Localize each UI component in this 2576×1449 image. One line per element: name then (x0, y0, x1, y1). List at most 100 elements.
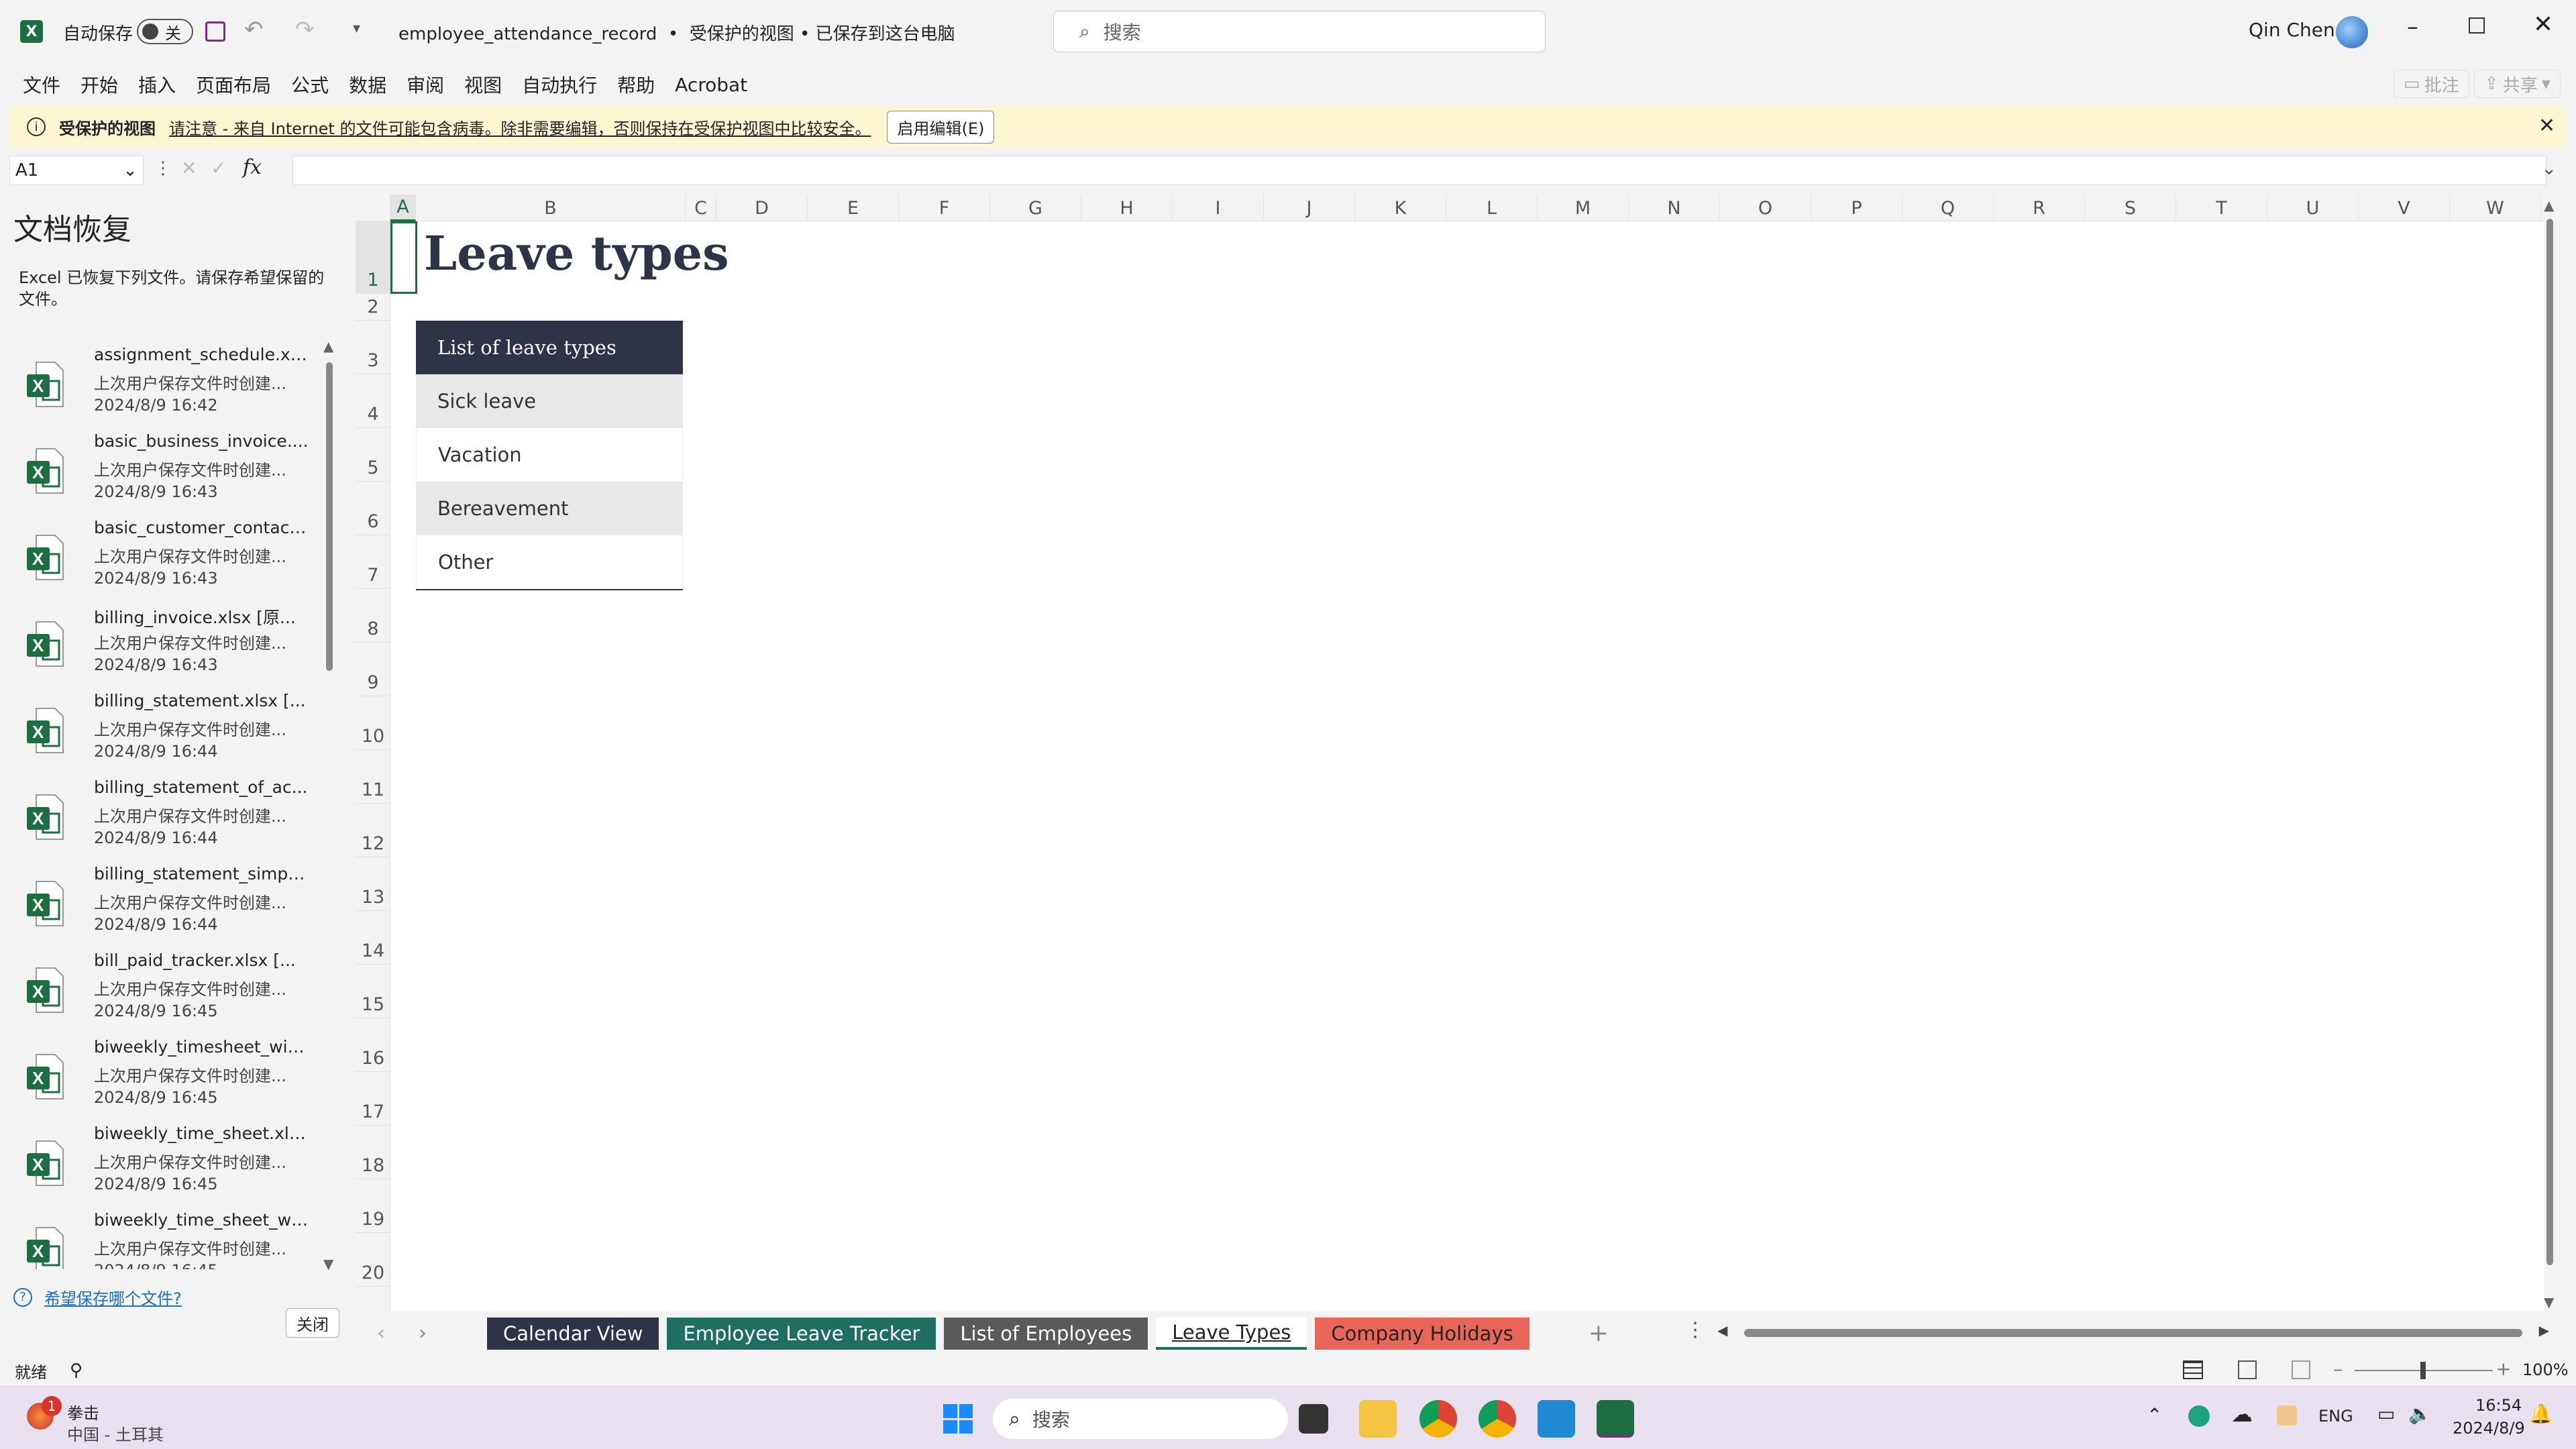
recovery-item[interactable]: X biweekly_time_sheet_wi... 上次用户保存文件时创建.… (13, 1208, 322, 1269)
zoom-in-icon[interactable]: + (2496, 1358, 2511, 1380)
row-header[interactable]: 16 (356, 1018, 390, 1072)
column-header[interactable]: P (1811, 195, 1902, 221)
vertical-scrollbar[interactable]: ▲ ▼ (2544, 195, 2556, 1311)
row-header[interactable]: 15 (356, 965, 390, 1018)
task-view-icon[interactable] (1299, 1404, 1328, 1434)
name-box[interactable]: A1 ⌄ (9, 156, 144, 185)
scroll-right-icon[interactable]: ▶ (2539, 1322, 2549, 1338)
column-header[interactable]: G (990, 195, 1081, 221)
weather-widget[interactable]: 1 拳击 中国 - 土耳其 (27, 1396, 201, 1444)
page-layout-view-icon[interactable] (2238, 1360, 2257, 1379)
taskbar-search[interactable]: ⌕ 搜索 (993, 1399, 1288, 1439)
row-header[interactable]: 19 (356, 1179, 390, 1233)
column-header[interactable]: U (2267, 195, 2359, 221)
worksheet[interactable]: A B C D E F G H I J K L M N O P Q R S T … (356, 195, 2556, 1311)
customize-qat-icon[interactable]: ▾ (353, 20, 360, 37)
table-header[interactable]: List of leave types (416, 321, 683, 374)
recovery-item[interactable]: X basic_business_invoice.... 上次用户保存文件时创建… (13, 429, 322, 515)
table-row[interactable]: Bereavement (416, 482, 683, 535)
sheet-options-icon[interactable]: ⋮ (1685, 1318, 1705, 1342)
row-header[interactable]: 8 (356, 589, 390, 643)
column-header[interactable]: N (1629, 195, 1720, 221)
scroll-down-icon[interactable]: ▼ (323, 1256, 333, 1272)
recovery-item[interactable]: X bill_paid_tracker.xlsx [... 上次用户保存文件时创… (13, 948, 322, 1034)
menu-data[interactable]: 数据 (349, 71, 386, 98)
column-header[interactable]: O (1720, 195, 1811, 221)
table-row[interactable]: Vacation (416, 428, 683, 482)
row-header[interactable]: 20 (356, 1233, 390, 1287)
user-name[interactable]: Qin Chen (2249, 19, 2335, 41)
column-header[interactable]: V (2359, 195, 2450, 221)
start-icon[interactable] (943, 1404, 973, 1434)
undo-icon[interactable]: ↶ (244, 16, 264, 43)
scroll-thumb[interactable] (326, 362, 333, 671)
menu-view[interactable]: 视图 (464, 71, 502, 98)
close-recovery-button[interactable]: 关闭 (286, 1308, 339, 1338)
previous-sheet-icon[interactable]: ‹ (377, 1322, 385, 1345)
accessibility-icon[interactable]: ⚲ (70, 1360, 83, 1381)
normal-view-icon[interactable] (2183, 1360, 2203, 1379)
row-header[interactable]: 13 (356, 857, 390, 911)
column-header[interactable]: B (416, 195, 686, 221)
row-header[interactable]: 10 (356, 696, 390, 750)
tab-employee-leave-tracker[interactable]: Employee Leave Tracker (667, 1317, 936, 1350)
column-header[interactable]: S (2085, 195, 2176, 221)
column-header[interactable]: A (390, 195, 416, 221)
horizontal-scrollbar[interactable]: ◀ ▶ (1717, 1322, 2549, 1341)
menu-automate[interactable]: 自动执行 (522, 71, 597, 98)
autosave-toggle[interactable]: 关 (137, 19, 193, 44)
menu-review[interactable]: 审阅 (407, 71, 444, 98)
row-header[interactable]: 3 (356, 321, 390, 374)
row-header[interactable]: 7 (356, 535, 390, 589)
menu-file[interactable]: 文件 (23, 71, 60, 98)
column-header[interactable]: K (1355, 195, 1446, 221)
column-header[interactable]: Q (1902, 195, 1994, 221)
clock-time[interactable]: 16:54 (2475, 1396, 2522, 1415)
onedrive-icon[interactable]: ☁ (2231, 1401, 2253, 1427)
more-icon[interactable]: ⋮ (154, 158, 172, 178)
menu-acrobat[interactable]: Acrobat (675, 74, 747, 96)
show-hidden-icons[interactable]: ⌃ (2147, 1404, 2162, 1426)
scroll-thumb[interactable] (1744, 1329, 2522, 1337)
table-row[interactable]: Sick leave (416, 374, 683, 428)
menu-insert[interactable]: 插入 (138, 71, 176, 98)
sheet-heading[interactable]: Leave types (424, 225, 729, 281)
volume-icon[interactable]: 🔈 (2408, 1403, 2432, 1425)
recovery-item[interactable]: X biweekly_timesheet_wit... 上次用户保存文件时创建.… (13, 1034, 322, 1121)
row-header[interactable]: 14 (356, 911, 390, 965)
expand-formula-icon[interactable]: ⌄ (2541, 157, 2557, 179)
chrome-profile-icon[interactable] (1479, 1400, 1516, 1438)
cancel-icon[interactable]: ✕ (181, 157, 197, 179)
scroll-left-icon[interactable]: ◀ (1717, 1322, 1727, 1338)
excel-taskbar-icon[interactable] (1597, 1400, 1634, 1438)
document-title[interactable]: employee_attendance_record • 受保护的视图 • 已保… (398, 20, 955, 45)
scroll-up-icon[interactable]: ▲ (2544, 197, 2554, 213)
column-header[interactable]: F (899, 195, 990, 221)
recovery-item[interactable]: X basic_customer_contact... 上次用户保存文件时创建.… (13, 515, 322, 602)
row-header[interactable]: 12 (356, 804, 390, 857)
tab-company-holidays[interactable]: Company Holidays (1315, 1317, 1529, 1350)
row-header[interactable]: 4 (356, 374, 390, 428)
select-all-corner[interactable] (356, 195, 390, 221)
close-protected-icon[interactable]: ✕ (2538, 114, 2555, 138)
column-header[interactable]: T (2176, 195, 2267, 221)
column-header[interactable]: J (1264, 195, 1355, 221)
formula-input[interactable] (292, 156, 2546, 185)
recovery-item[interactable]: X billing_statement_simpl... 上次用户保存文件时创建… (13, 861, 322, 948)
insert-function-icon[interactable]: fx (243, 156, 262, 179)
row-header[interactable]: 17 (356, 1072, 390, 1126)
row-header[interactable]: 11 (356, 750, 390, 804)
search-box[interactable]: ⌕ 搜索 (1053, 11, 1546, 52)
network-icon[interactable]: ▭ (2377, 1403, 2395, 1425)
menu-page-layout[interactable]: 页面布局 (196, 71, 271, 98)
notifications-icon[interactable]: 🔔 (2529, 1403, 2553, 1425)
share-button[interactable]: ⇪ 共享 ▾ (2474, 70, 2561, 98)
vscode-icon[interactable] (1538, 1400, 1575, 1438)
menu-formulas[interactable]: 公式 (291, 71, 329, 98)
save-icon[interactable] (205, 21, 225, 42)
enter-icon[interactable]: ✓ (211, 157, 226, 179)
scroll-up-icon[interactable]: ▲ (323, 338, 333, 354)
next-sheet-icon[interactable]: › (419, 1322, 427, 1345)
zoom-level[interactable]: 100% (2522, 1360, 2569, 1379)
edge-tray-icon[interactable] (2188, 1405, 2210, 1427)
